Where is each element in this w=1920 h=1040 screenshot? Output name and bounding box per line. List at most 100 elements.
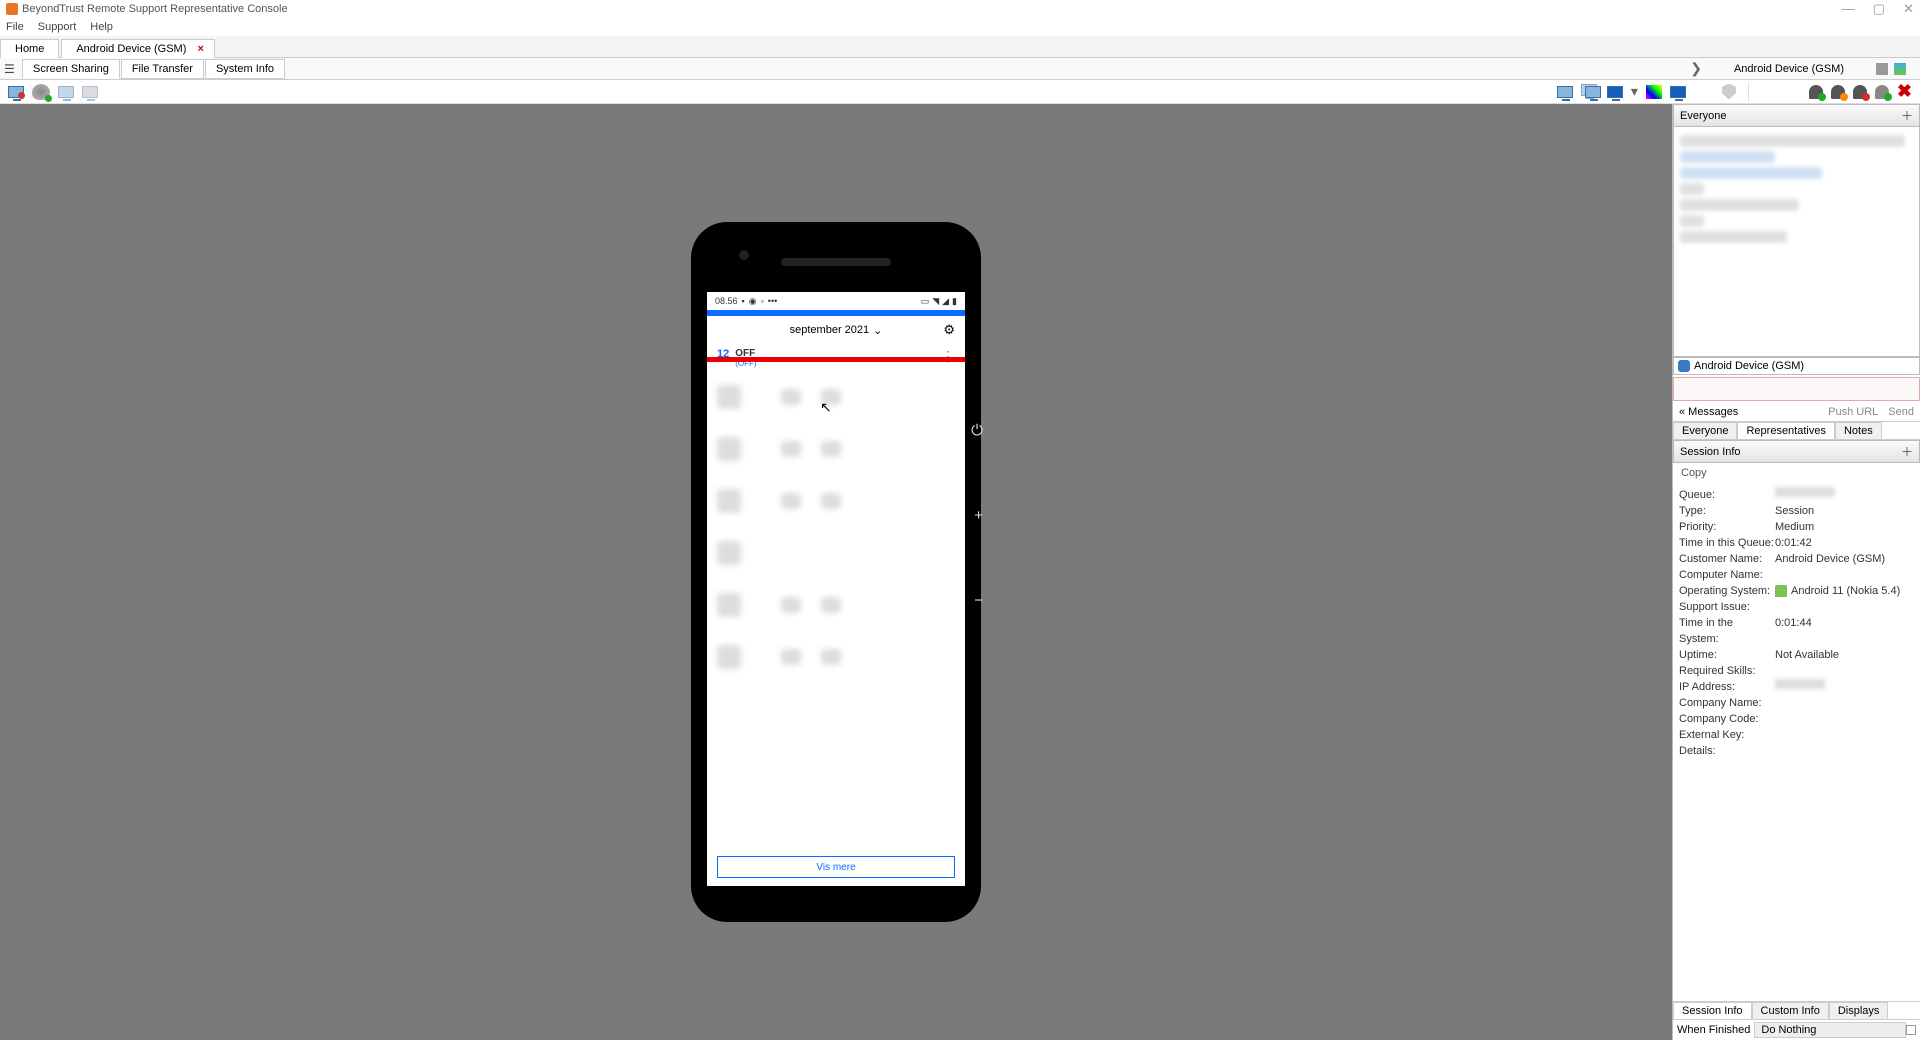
minitab-representatives[interactable]: Representatives [1737, 422, 1835, 439]
info-type-value: Session [1775, 503, 1814, 519]
monitor-gray-icon[interactable] [82, 86, 98, 98]
bottab-session-info[interactable]: Session Info [1673, 1002, 1752, 1019]
menu-help[interactable]: Help [90, 21, 113, 33]
status-signal-icon: ◢ [942, 296, 949, 307]
mouse-control-icon[interactable] [32, 84, 50, 100]
gear-icon[interactable]: ⚙ [943, 322, 955, 338]
session-tabs: Home Android Device (GSM) × [0, 36, 1920, 58]
status-battery-icon: ▮ [952, 296, 957, 307]
privacy-shield-icon[interactable] [1722, 84, 1736, 100]
when-finished-select[interactable]: Do Nothing [1754, 1022, 1906, 1038]
status-notif-icon-3: ▫ [761, 296, 764, 306]
side-panel: Everyone ＋ Android Device (GSM) « Messag… [1672, 104, 1920, 1040]
user-icon [1678, 360, 1690, 372]
bottab-custom-info[interactable]: Custom Info [1752, 1002, 1829, 1019]
display-1-icon[interactable] [1557, 86, 1573, 98]
footer-box-icon[interactable] [1906, 1025, 1916, 1035]
color-quality-icon[interactable] [1646, 85, 1662, 99]
chat-filter-tabs: Everyone Representatives Notes [1673, 422, 1920, 440]
copy-button[interactable]: Copy [1673, 463, 1920, 483]
representative-add-icon[interactable] [1809, 85, 1823, 99]
session-bottom-tabs: Session Info Custom Info Displays [1673, 1001, 1920, 1019]
add-participant-icon[interactable]: ＋ [1901, 107, 1913, 124]
minitab-notes-label: Notes [1844, 425, 1873, 437]
list-item[interactable] [717, 582, 955, 628]
subtab-system-info[interactable]: System Info [205, 59, 285, 79]
menu-support[interactable]: Support [38, 21, 77, 33]
info-queue-label: Queue: [1679, 487, 1775, 503]
info-ip-label: IP Address: [1679, 679, 1775, 695]
close-tab-icon[interactable]: × [197, 43, 203, 55]
home-icon[interactable] [1876, 63, 1888, 75]
more-vert-icon[interactable]: ⋮ [941, 348, 955, 368]
menu-icon[interactable]: ☰ [4, 62, 18, 76]
info-type-label: Type: [1679, 503, 1775, 519]
list-item[interactable] [717, 478, 955, 524]
push-url-button[interactable]: Push URL [1828, 406, 1878, 418]
show-more-button[interactable]: Vis mere [717, 856, 955, 878]
chevron-right-icon[interactable]: ❯ [1690, 60, 1702, 77]
info-ip-value [1775, 679, 1825, 689]
status-wifi-icon: ◥ [932, 296, 939, 307]
message-actions-bar: « Messages Push URL Send [1673, 403, 1920, 422]
status-sim-icon: ▭ [921, 296, 930, 307]
display-dropdown-icon[interactable]: ▾ [1631, 83, 1638, 100]
display-multi-icon[interactable] [1581, 84, 1599, 100]
subtab-file-transfer[interactable]: File Transfer [121, 59, 204, 79]
info-uptime-value: Not Available [1775, 647, 1839, 663]
window-maximize-button[interactable]: ▢ [1873, 1, 1885, 17]
bottab-custom-label: Custom Info [1761, 1005, 1820, 1017]
messages-back-link[interactable]: « Messages [1679, 406, 1738, 418]
tab-android-device[interactable]: Android Device (GSM) × [61, 39, 215, 58]
session-subtabs-row: ☰ Screen Sharing File Transfer System In… [0, 58, 1920, 80]
info-customer-label: Customer Name: [1679, 551, 1775, 567]
chat-header: Everyone ＋ [1673, 104, 1920, 127]
display-select-icon[interactable] [1670, 86, 1686, 98]
device-screen[interactable]: 08.56 ▪ ◉ ▫ ••• ▭ ◥ ◢ ▮ september 2021 ⌄ [707, 292, 965, 886]
info-priority-value: Medium [1775, 519, 1814, 535]
list-item[interactable] [717, 530, 955, 576]
volume-down-icon[interactable]: − [974, 592, 983, 609]
subtab-system-info-label: System Info [216, 63, 274, 75]
status-more-icon: ••• [768, 296, 777, 306]
info-os-label: Operating System: [1679, 583, 1775, 599]
calendar-body: 12 OFF (OFF) ⋮ [707, 344, 965, 690]
display-blue-icon[interactable] [1607, 86, 1623, 98]
minitab-everyone[interactable]: Everyone [1673, 422, 1737, 439]
list-item[interactable] [717, 634, 955, 680]
minitab-reps-label: Representatives [1746, 425, 1826, 437]
expand-session-info-icon[interactable]: ＋ [1901, 443, 1913, 460]
info-timesystem-value: 0:01:44 [1775, 615, 1812, 647]
representative-remove-icon[interactable] [1853, 85, 1867, 99]
bottab-displays[interactable]: Displays [1829, 1002, 1889, 1019]
tab-home[interactable]: Home [0, 39, 59, 58]
menu-file[interactable]: File [6, 21, 24, 33]
monitor-dim-icon[interactable] [58, 86, 74, 98]
list-item[interactable] [717, 374, 955, 420]
chat-target-row[interactable]: Android Device (GSM) [1673, 357, 1920, 375]
chat-messages-list[interactable] [1673, 127, 1920, 357]
stop-screen-share-icon[interactable] [8, 86, 24, 98]
send-button[interactable]: Send [1888, 406, 1914, 418]
window-minimize-button[interactable]: — [1842, 1, 1855, 17]
phone-camera [739, 250, 749, 260]
status-time: 08.56 [715, 296, 738, 306]
info-uptime-label: Uptime: [1679, 647, 1775, 663]
day-off-sublabel: (OFF) [735, 359, 756, 368]
end-session-icon[interactable]: ✖ [1897, 81, 1912, 102]
when-finished-value: Do Nothing [1761, 1024, 1816, 1036]
copy-label: Copy [1681, 467, 1707, 479]
representative-link-icon[interactable] [1875, 85, 1889, 99]
chat-input[interactable] [1673, 377, 1920, 401]
power-button-icon[interactable]: ⏻ [971, 422, 983, 439]
remote-screen-viewport[interactable]: 08.56 ▪ ◉ ▫ ••• ▭ ◥ ◢ ▮ september 2021 ⌄ [0, 104, 1672, 1040]
list-item[interactable] [717, 426, 955, 472]
android-status-bar: 08.56 ▪ ◉ ▫ ••• ▭ ◥ ◢ ▮ [707, 292, 965, 310]
minitab-notes[interactable]: Notes [1835, 422, 1882, 439]
representative-transfer-icon[interactable] [1831, 85, 1845, 99]
subtab-screen-sharing[interactable]: Screen Sharing [22, 59, 120, 79]
refresh-icon[interactable] [1894, 63, 1906, 75]
window-close-button[interactable]: ✕ [1903, 1, 1914, 17]
month-selector[interactable]: september 2021 ⌄ ⚙ [707, 316, 965, 344]
volume-up-icon[interactable]: + [974, 507, 983, 524]
